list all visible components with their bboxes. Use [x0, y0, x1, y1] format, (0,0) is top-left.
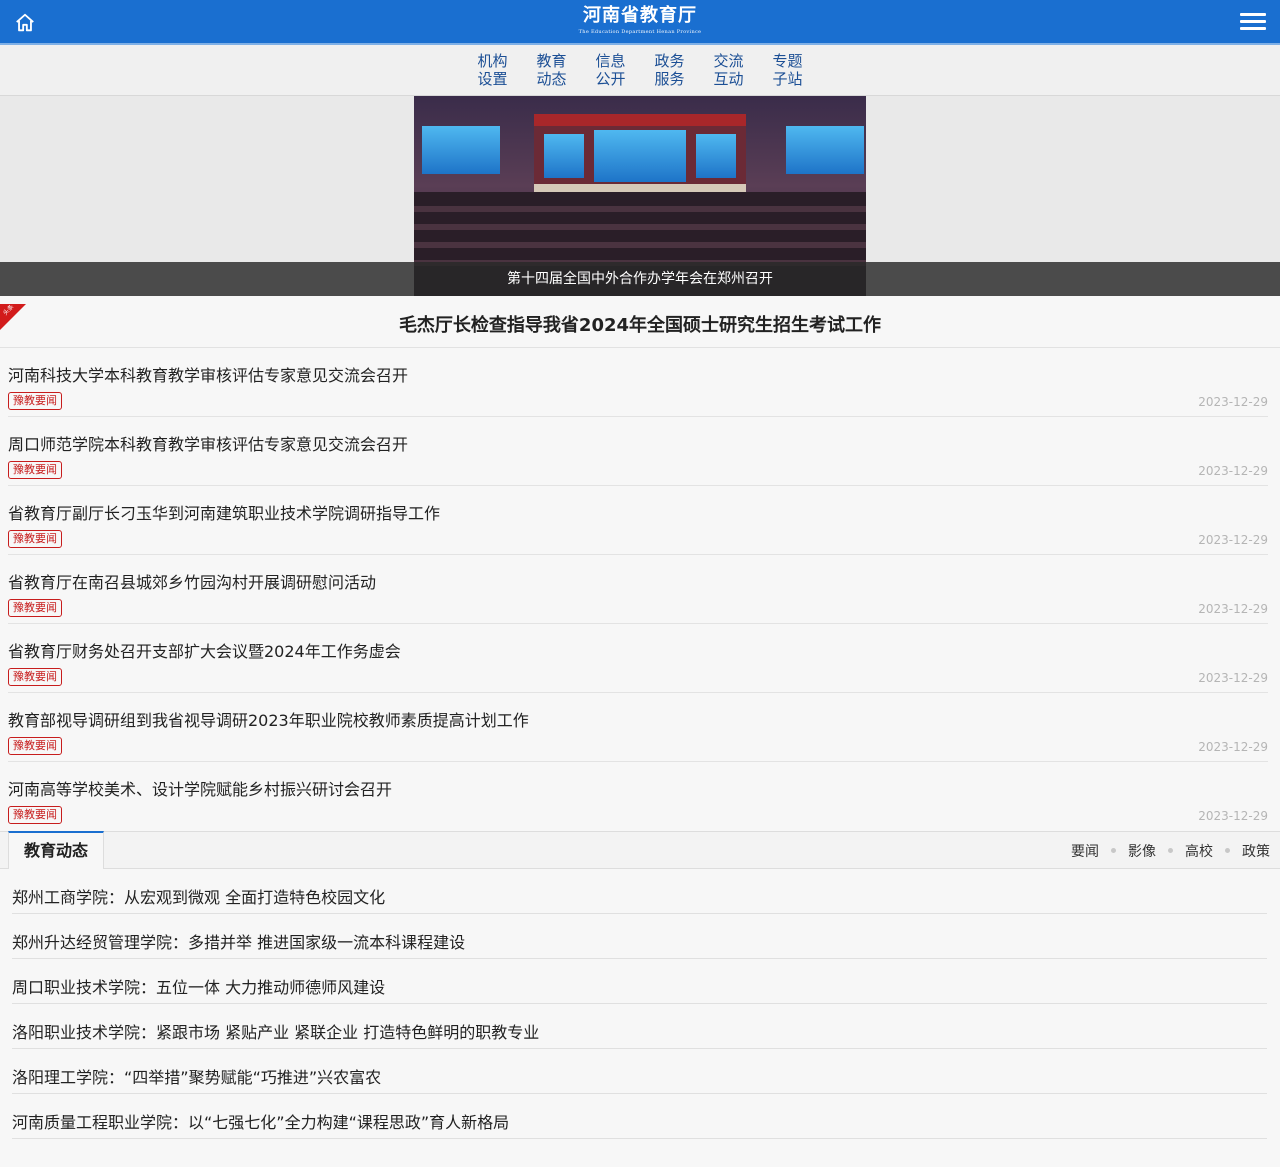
nav-item-xinxi[interactable]: 信息 公开 — [581, 52, 640, 88]
news-category-tag[interactable]: 豫教要闻 — [8, 806, 62, 824]
news-item[interactable]: 河南科技大学本科教育教学审核评估专家意见交流会召开 豫教要闻 2023-12-2… — [8, 348, 1268, 417]
nav-label: 服务 — [654, 70, 685, 88]
link-zhengce[interactable]: 政策 — [1242, 841, 1270, 861]
news-item[interactable]: 教育部视导调研组到我省视导调研2023年职业院校教师素质提高计划工作 豫教要闻 … — [8, 693, 1268, 762]
news-date: 2023-12-29 — [1198, 809, 1268, 823]
site-logo[interactable]: 河南省教育厅 The Education Department Henan Pr… — [0, 4, 1280, 36]
main-nav: 机构 设置 教育 动态 信息 公开 政务 服务 交流 互动 专题 子站 — [0, 45, 1280, 96]
list-item[interactable]: 河南质量工程职业学院：以“七强七化”全力构建“课程思政”育人新格局 — [12, 1094, 1267, 1139]
nav-label: 设置 — [477, 70, 508, 88]
news-date: 2023-12-29 — [1198, 533, 1268, 547]
news-title[interactable]: 河南高等学校美术、设计学院赋能乡村振兴研讨会召开 — [8, 776, 392, 800]
link-yingxiang[interactable]: 影像 — [1128, 841, 1156, 861]
news-date: 2023-12-29 — [1198, 395, 1268, 409]
nav-item-zhuanti[interactable]: 专题 子站 — [758, 52, 817, 88]
news-title[interactable]: 周口师范学院本科教育教学审核评估专家意见交流会召开 — [8, 431, 408, 455]
top-header-bar: 河南省教育厅 The Education Department Henan Pr… — [0, 0, 1280, 45]
education-dynamics-list: 郑州工商学院：从宏观到微观 全面打造特色校园文化 郑州升达经贸管理学院：多措并举… — [0, 869, 1280, 1139]
news-title[interactable]: 省教育厅财务处召开支部扩大会议暨2024年工作务虚会 — [8, 638, 401, 662]
news-title[interactable]: 教育部视导调研组到我省视导调研2023年职业院校教师素质提高计划工作 — [8, 707, 529, 731]
banner-caption[interactable]: 第十四届全国中外合作办学年会在郑州召开 — [414, 262, 866, 296]
news-title[interactable]: 河南科技大学本科教育教学审核评估专家意见交流会召开 — [8, 362, 408, 386]
nav-label: 信息 — [595, 52, 626, 70]
news-item[interactable]: 省教育厅副厅长刁玉华到河南建筑职业技术学院调研指导工作 豫教要闻 2023-12… — [8, 486, 1268, 555]
nav-label: 动态 — [536, 70, 567, 88]
news-item[interactable]: 周口师范学院本科教育教学审核评估专家意见交流会召开 豫教要闻 2023-12-2… — [8, 417, 1268, 486]
nav-label: 机构 — [477, 52, 508, 70]
news-category-tag[interactable]: 豫教要闻 — [8, 737, 62, 755]
nav-label: 交流 — [713, 52, 744, 70]
logo-title: 河南省教育厅 — [583, 5, 697, 26]
news-item[interactable]: 河南高等学校美术、设计学院赋能乡村振兴研讨会召开 豫教要闻 2023-12-29 — [8, 762, 1268, 831]
logo-subtitle: The Education Department Henan Province — [578, 29, 702, 35]
nav-label: 政务 — [654, 52, 685, 70]
list-item[interactable]: 郑州升达经贸管理学院：多措并举 推进国家级一流本科课程建设 — [12, 914, 1267, 959]
separator-dot — [1111, 848, 1116, 853]
link-gaoxiao[interactable]: 高校 — [1185, 841, 1213, 861]
nav-item-jiaoyu[interactable]: 教育 动态 — [522, 52, 581, 88]
nav-item-zhengwu[interactable]: 政务 服务 — [640, 52, 699, 88]
separator-dot — [1225, 848, 1230, 853]
nav-label: 教育 — [536, 52, 567, 70]
news-list: 河南科技大学本科教育教学审核评估专家意见交流会召开 豫教要闻 2023-12-2… — [0, 348, 1280, 831]
list-item[interactable]: 洛阳职业技术学院：紧跟市场 紧贴产业 紧联企业 打造特色鲜明的职教专业 — [12, 1004, 1267, 1049]
nav-label: 专题 — [772, 52, 803, 70]
news-title[interactable]: 省教育厅在南召县城郊乡竹园沟村开展调研慰问活动 — [8, 569, 376, 593]
nav-label: 公开 — [595, 70, 626, 88]
list-item[interactable]: 洛阳理工学院：“四举措”聚势赋能“巧推进”兴农富农 — [12, 1049, 1267, 1094]
section-links: 要闻 影像 高校 政策 — [1071, 832, 1270, 869]
news-item[interactable]: 省教育厅在南召县城郊乡竹园沟村开展调研慰问活动 豫教要闻 2023-12-29 — [8, 555, 1268, 624]
banner-carousel[interactable]: 第十四届全国中外合作办学年会在郑州召开 — [0, 96, 1280, 296]
news-item[interactable]: 省教育厅财务处召开支部扩大会议暨2024年工作务虚会 豫教要闻 2023-12-… — [8, 624, 1268, 693]
news-date: 2023-12-29 — [1198, 464, 1268, 478]
news-category-tag[interactable]: 豫教要闻 — [8, 668, 62, 686]
news-category-tag[interactable]: 豫教要闻 — [8, 599, 62, 617]
news-title[interactable]: 省教育厅副厅长刁玉华到河南建筑职业技术学院调研指导工作 — [8, 500, 440, 524]
news-category-tag[interactable]: 豫教要闻 — [8, 461, 62, 479]
news-date: 2023-12-29 — [1198, 671, 1268, 685]
hamburger-menu-icon[interactable] — [1240, 13, 1266, 31]
nav-item-jiaoliu[interactable]: 交流 互动 — [699, 52, 758, 88]
headline-news[interactable]: 头条 毛杰厅长检查指导我省2024年全国硕士研究生招生考试工作 — [0, 296, 1280, 348]
news-date: 2023-12-29 — [1198, 740, 1268, 754]
education-dynamics-header: 教育动态 要闻 影像 高校 政策 — [0, 831, 1280, 869]
nav-item-jigou[interactable]: 机构 设置 — [463, 52, 522, 88]
list-item[interactable]: 郑州工商学院：从宏观到微观 全面打造特色校园文化 — [12, 869, 1267, 914]
separator-dot — [1168, 848, 1173, 853]
news-date: 2023-12-29 — [1198, 602, 1268, 616]
list-item[interactable]: 周口职业技术学院：五位一体 大力推动师德师风建设 — [12, 959, 1267, 1004]
news-category-tag[interactable]: 豫教要闻 — [8, 530, 62, 548]
tab-education-dynamics[interactable]: 教育动态 — [8, 831, 104, 869]
nav-label: 互动 — [713, 70, 744, 88]
news-category-tag[interactable]: 豫教要闻 — [8, 392, 62, 410]
headline-title[interactable]: 毛杰厅长检查指导我省2024年全国硕士研究生招生考试工作 — [0, 296, 1280, 356]
nav-label: 子站 — [772, 70, 803, 88]
link-yaowen[interactable]: 要闻 — [1071, 841, 1099, 861]
